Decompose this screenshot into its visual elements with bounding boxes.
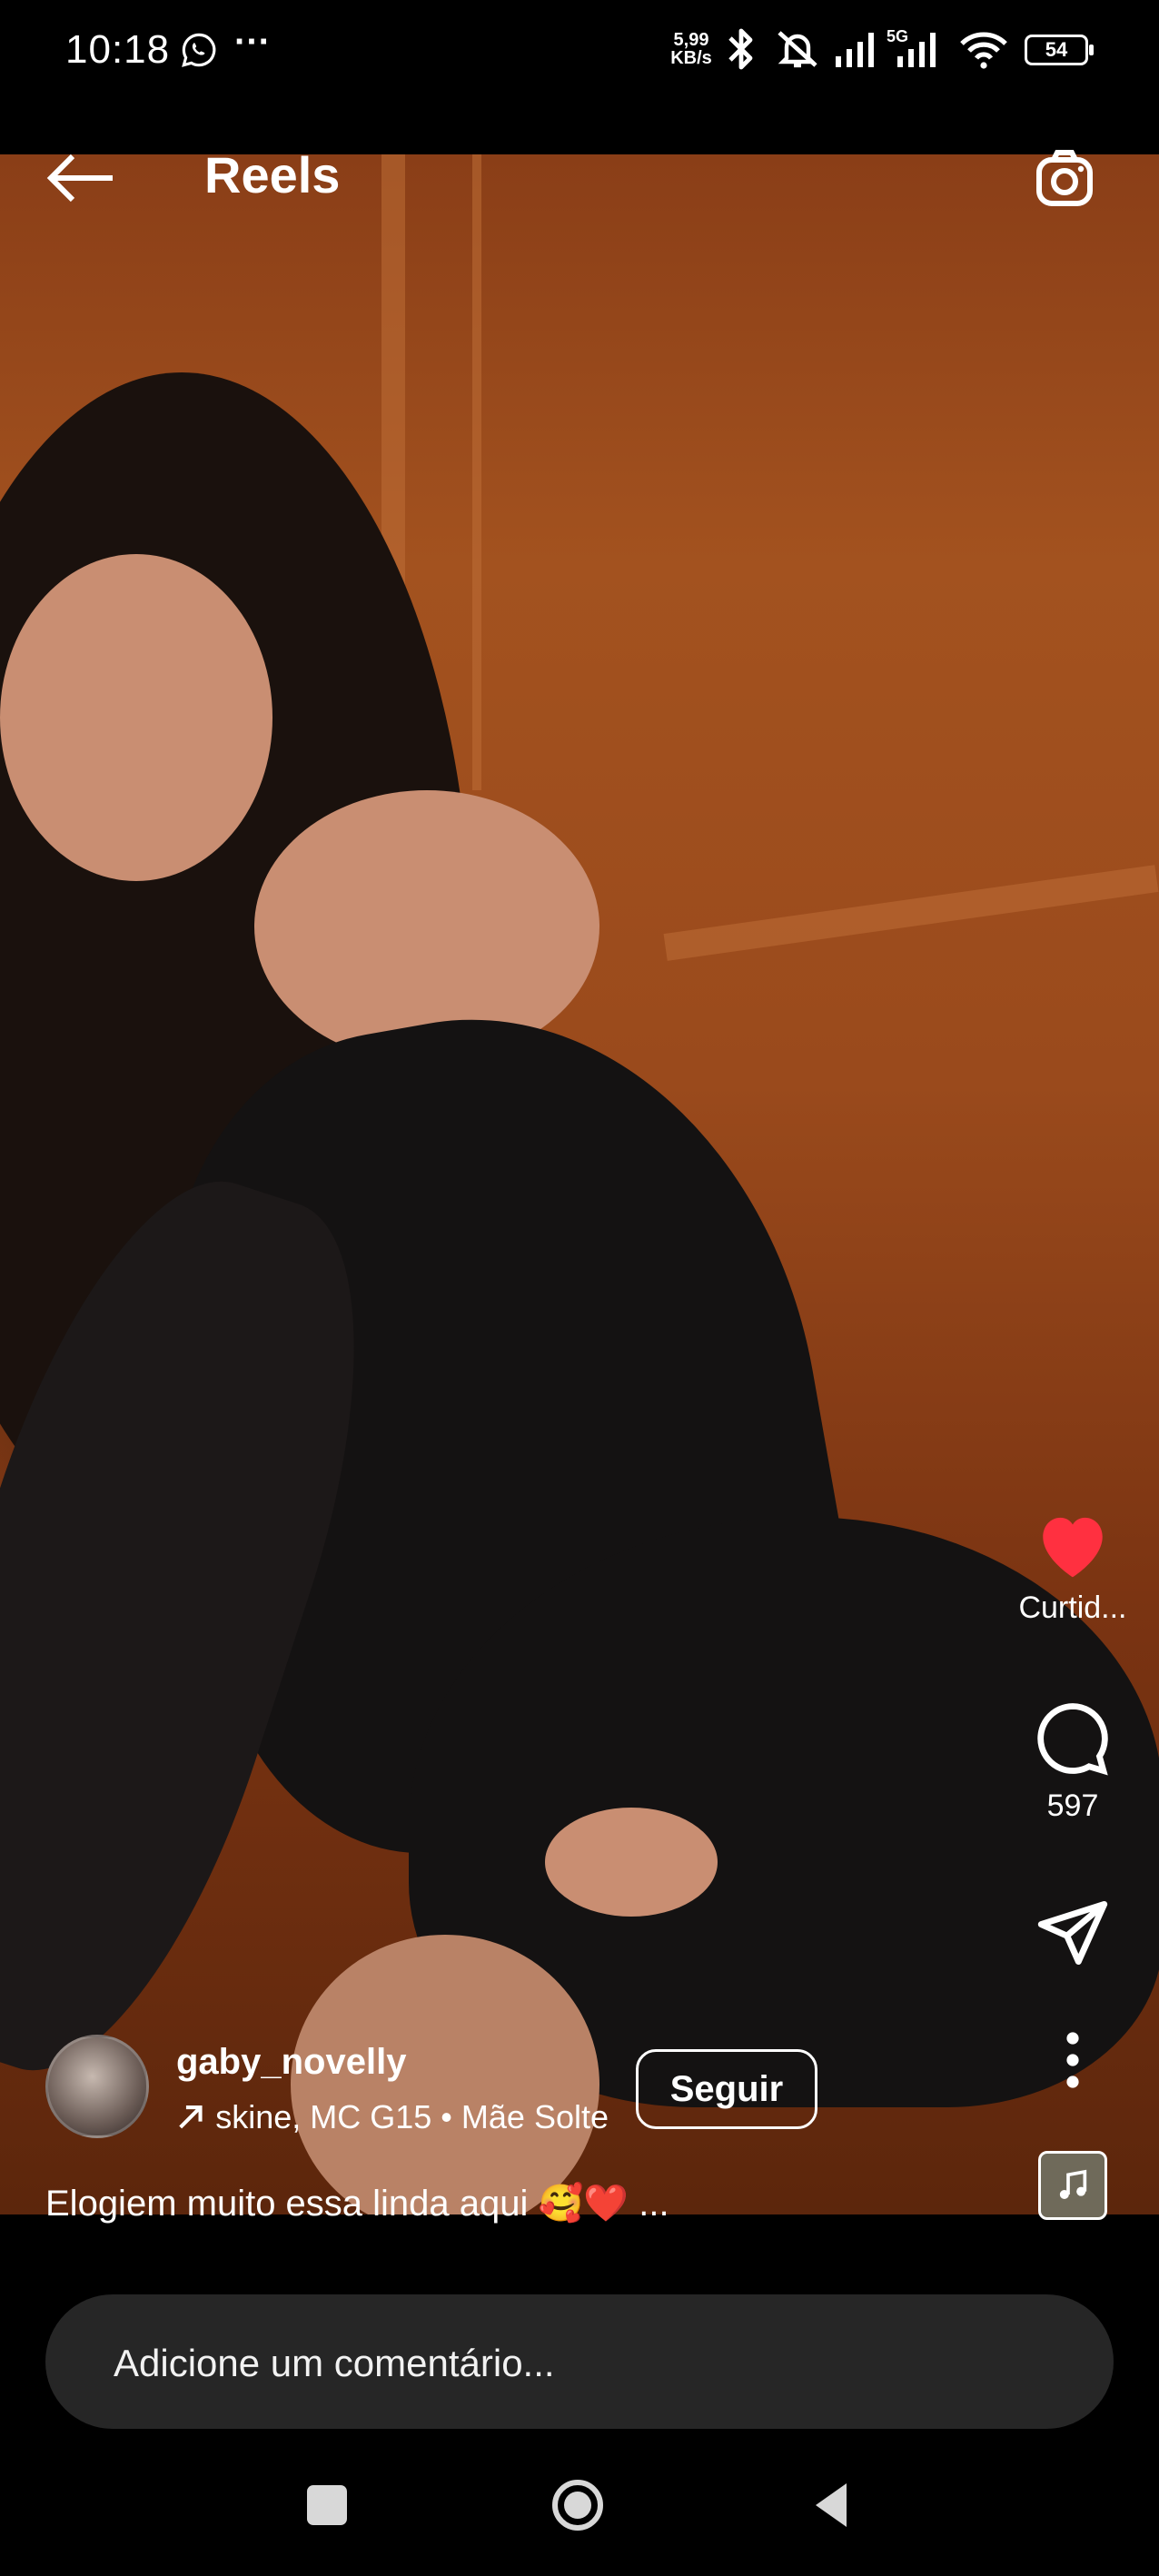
home-button[interactable] [550,2478,605,2532]
more-vertical-icon [1066,2032,1079,2088]
audio-info-row[interactable]: skine, MC G15 • Mãe Solte [176,2098,609,2136]
username[interactable]: gaby_novelly [176,2042,406,2083]
mute-icon [778,31,817,68]
more-dots-icon: ··· [234,22,271,62]
net-speed-unit: KB/s [670,48,712,68]
like-button[interactable]: Curtid... [1006,1508,1139,1626]
nav-back-button[interactable] [810,2480,850,2531]
avatar[interactable] [45,2035,149,2138]
status-time: 10:18 [65,27,171,72]
wifi-icon [960,32,1007,69]
signal-icon [897,33,936,67]
recent-apps-button[interactable] [307,2485,347,2525]
bluetooth-icon [728,28,753,70]
person-face [0,554,272,881]
wood-panel-frame [472,154,481,790]
audio-info-text: skine, MC G15 • Mãe Solte [215,2098,609,2135]
camera-icon[interactable] [1034,145,1099,211]
heart-icon [1043,1517,1103,1578]
audio-thumbnail[interactable] [1038,2151,1107,2220]
music-icon [1059,2169,1087,2199]
arrow-up-right-icon [179,2105,203,2129]
whatsapp-icon [182,33,216,67]
share-button[interactable] [1006,1898,1139,1972]
like-label: Curtid... [1018,1590,1127,1625]
battery-icon: 54 [1025,35,1094,65]
signal-icon [836,33,874,67]
wood-panel-frame [663,865,1159,961]
more-options-button[interactable] [1006,2030,1139,2095]
status-bar [0,0,1159,154]
share-icon [1037,1900,1108,1966]
person-skin-cutout [545,1808,718,1917]
comment-count: 597 [1046,1788,1099,1823]
comment-icon [1037,1703,1108,1776]
comment-input[interactable]: Adicione um comentário... [114,2342,555,2385]
caption[interactable]: Elogiem muito essa linda aqui 🥰❤️ ... [45,2182,669,2224]
comment-button[interactable]: 597 [1006,1699,1139,1824]
reel-video[interactable] [0,154,1159,2214]
follow-button[interactable]: Seguir [636,2049,817,2129]
comment-input-bar[interactable]: Adicione um comentário... [45,2294,1114,2429]
net-speed: 5,99 KB/s [668,31,715,67]
person-shoulder [254,790,599,1063]
back-arrow-icon[interactable] [44,150,116,206]
page-title: Reels [204,146,341,203]
net-speed-value: 5,99 [673,30,709,50]
